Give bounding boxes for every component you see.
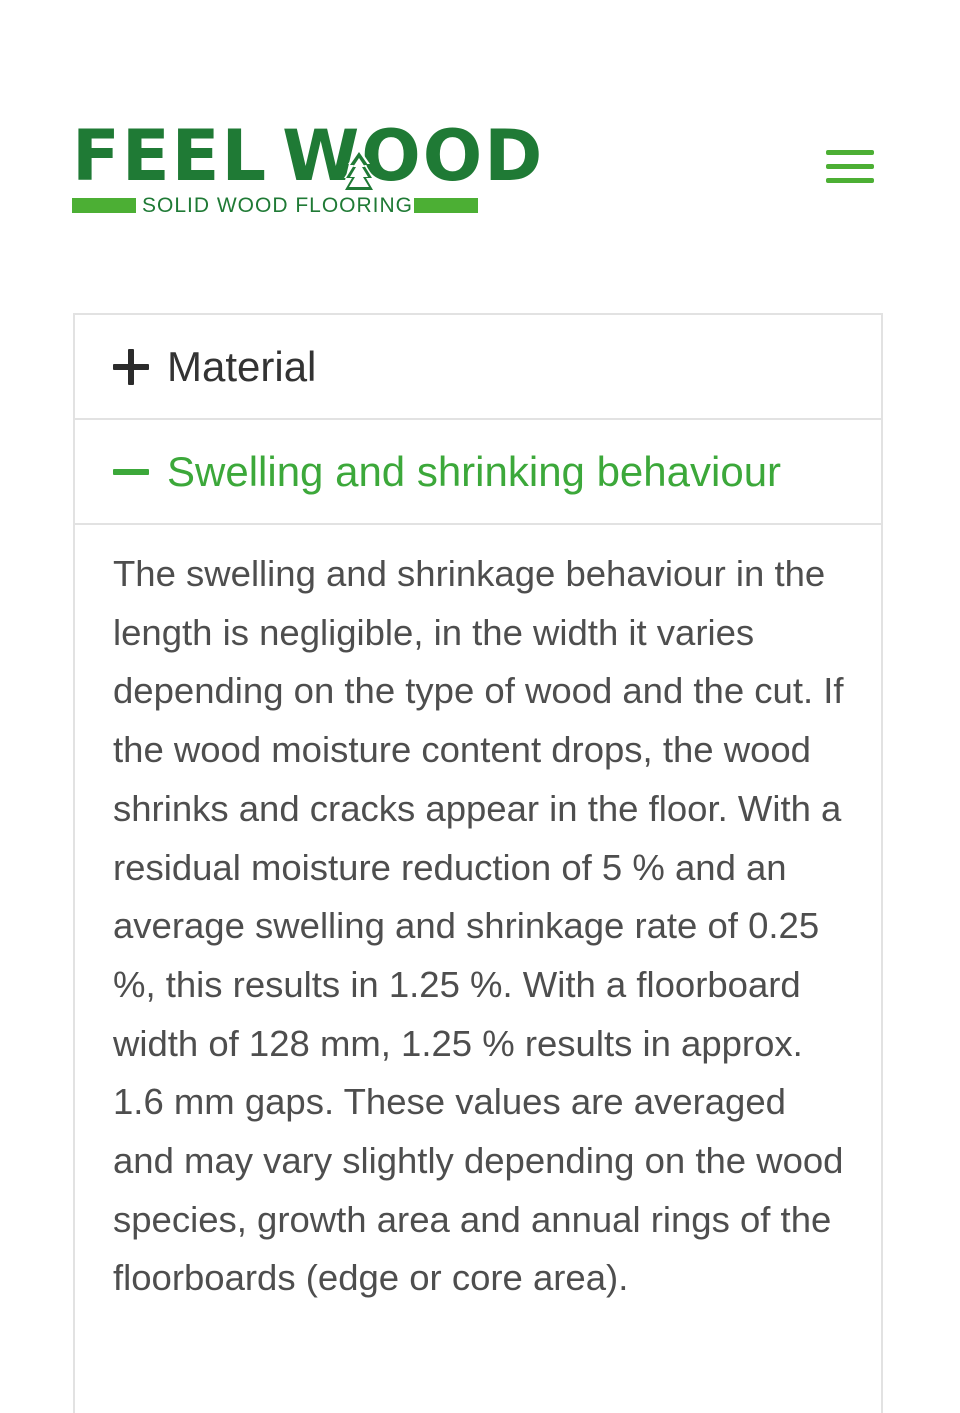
accordion-header-material[interactable]: Material: [75, 315, 881, 420]
accordion-header-swelling[interactable]: Swelling and shrinking behaviour: [75, 420, 881, 525]
feelwood-logo[interactable]: FEEL WOOD SOLID WOOD FLOORING: [72, 118, 542, 217]
menu-line: [826, 150, 874, 155]
accordion-panel-text: The swelling and shrinkage behaviour in …: [113, 553, 844, 1299]
logo-bar-right: [414, 198, 478, 213]
logo-wordmark: FEEL WOOD: [72, 120, 544, 192]
hamburger-menu-icon[interactable]: [822, 146, 878, 190]
menu-line: [826, 164, 874, 169]
logo-word-right: WOOD: [282, 115, 545, 197]
accordion-panel-swelling: The swelling and shrinkage behaviour in …: [75, 525, 881, 1308]
logo-tagline: SOLID WOOD FLOORING: [142, 194, 414, 217]
menu-line: [826, 178, 874, 183]
accordion: Material Swelling and shrinking behaviou…: [73, 313, 883, 1413]
logo-bar-left: [72, 198, 136, 213]
site-header: FEEL WOOD SOLID WOOD FLOORING: [0, 0, 960, 260]
logo-word-left: FEEL: [72, 115, 269, 197]
accordion-title: Swelling and shrinking behaviour: [167, 447, 782, 495]
tree-icon: [342, 148, 376, 192]
minus-icon: [113, 454, 149, 490]
plus-icon: [113, 348, 149, 385]
accordion-title: Material: [167, 342, 317, 390]
